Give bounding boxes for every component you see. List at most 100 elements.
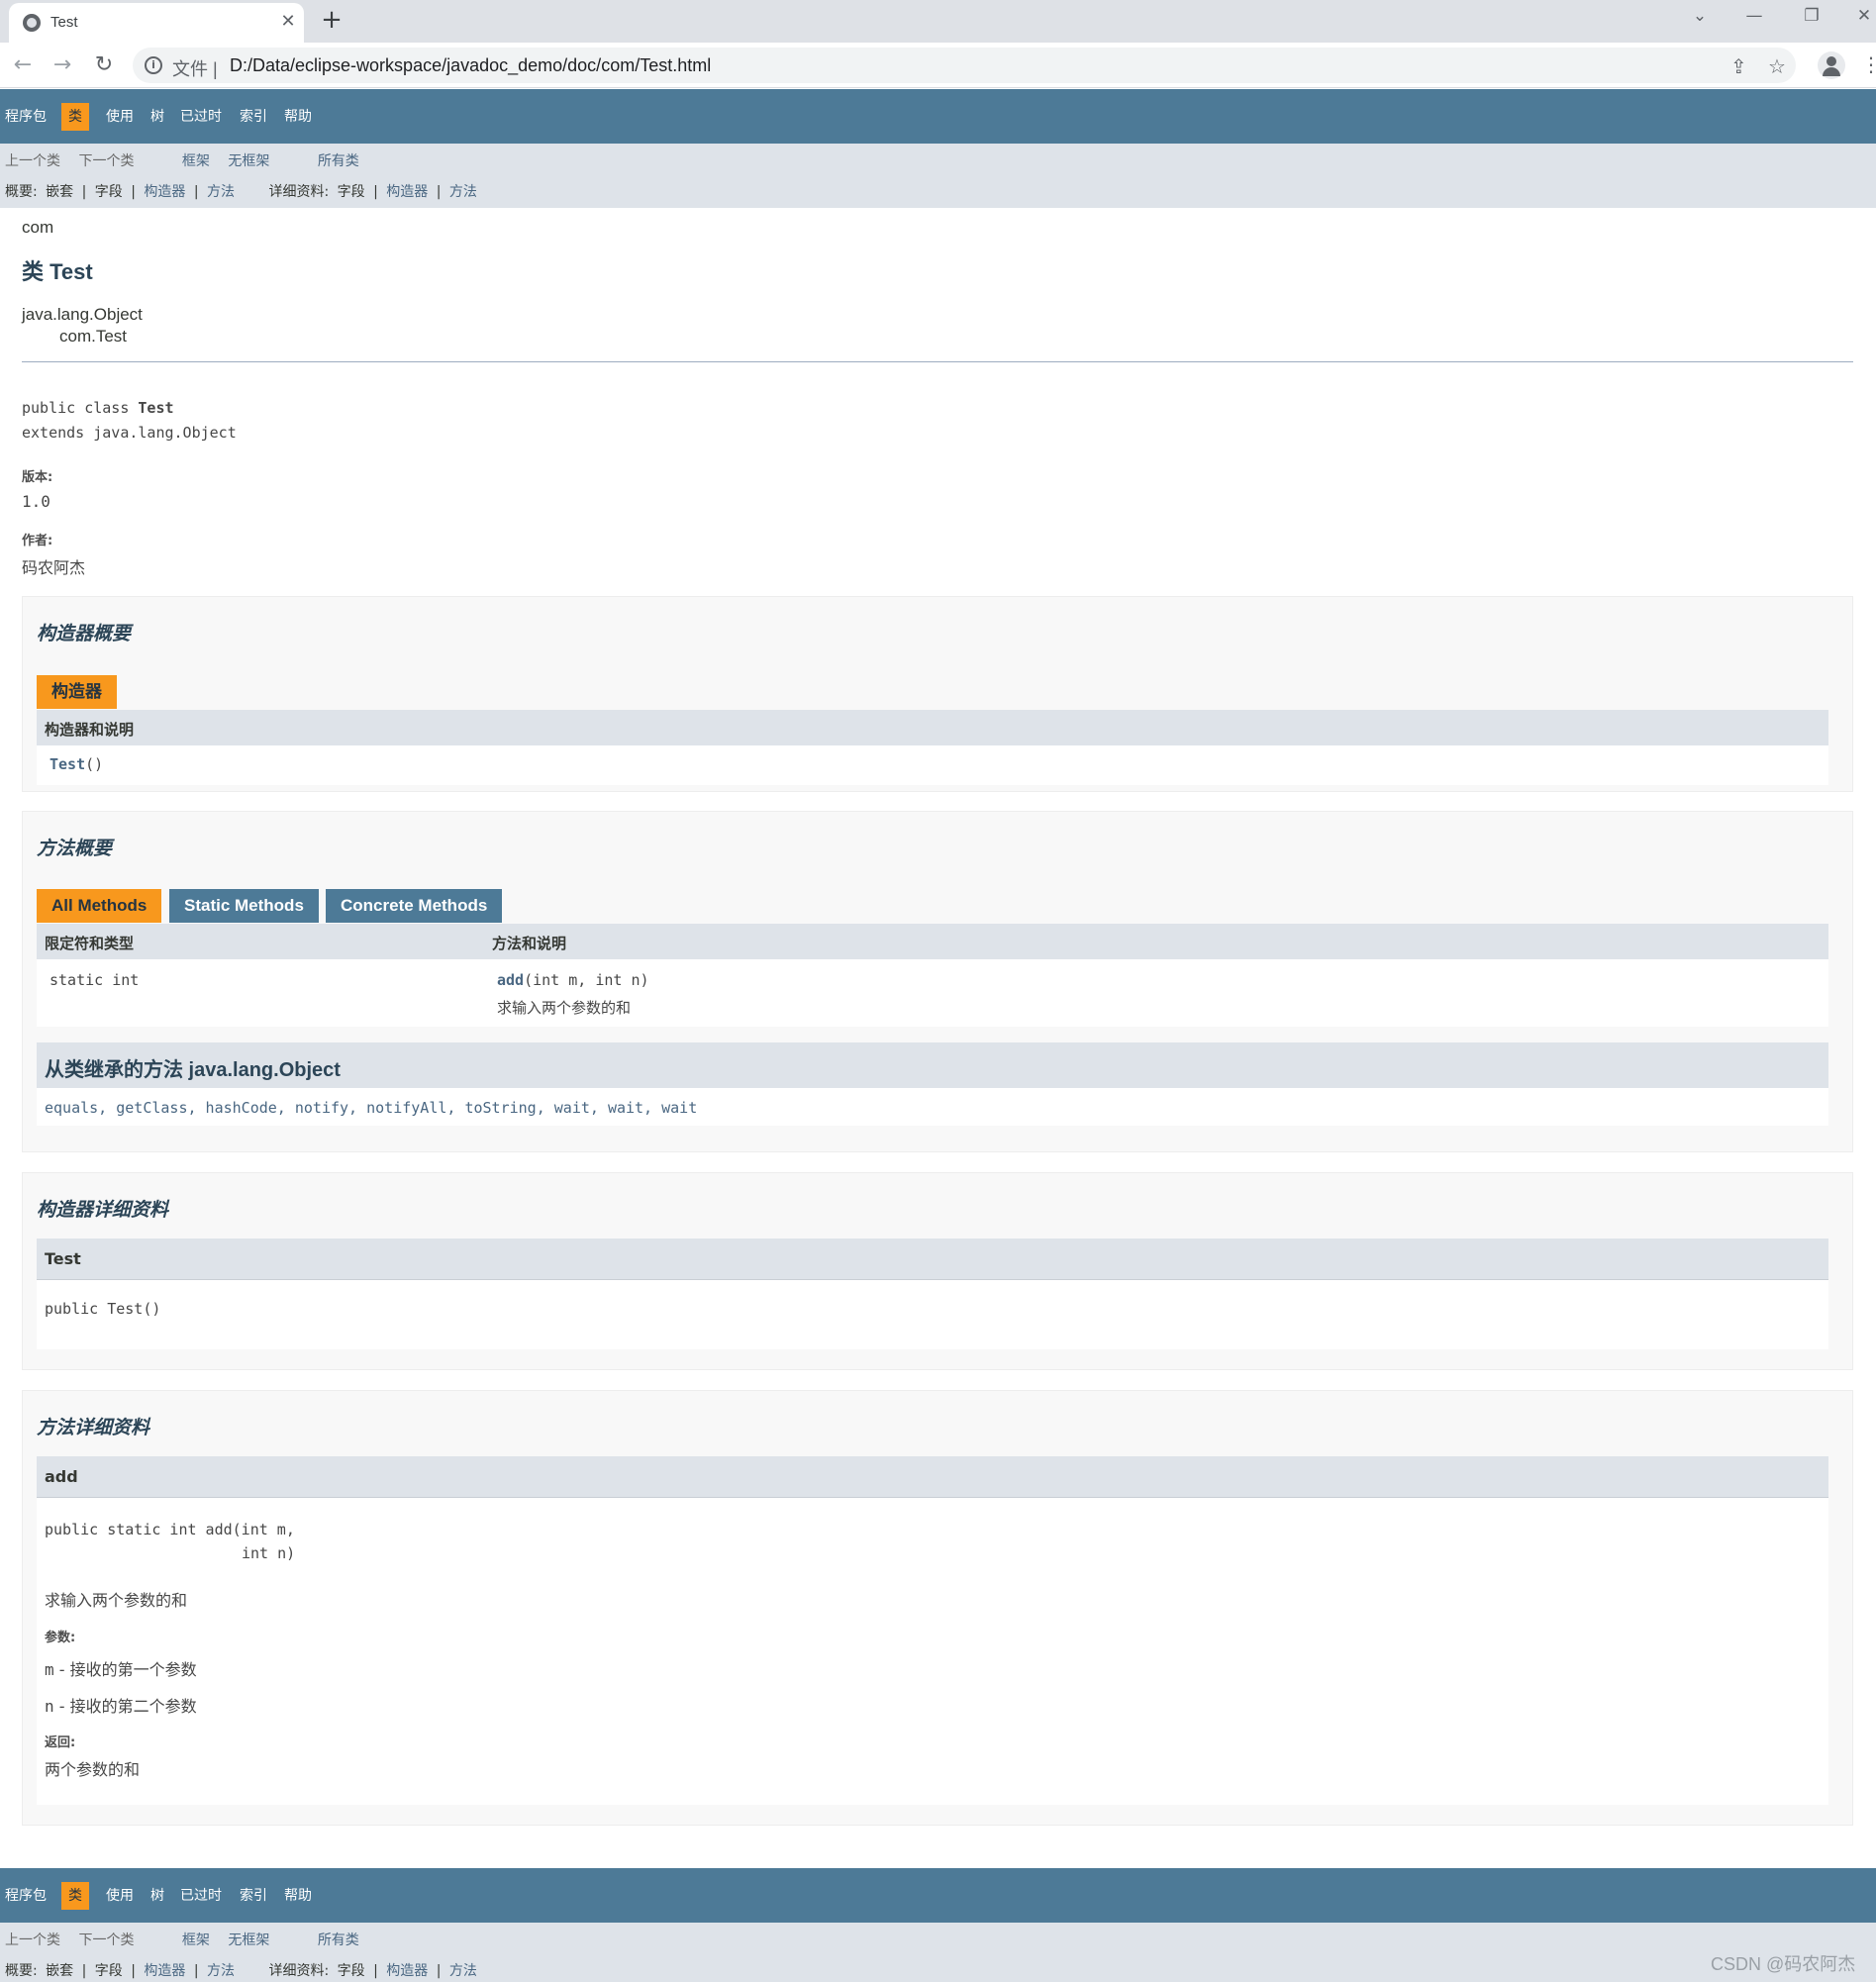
params-label: 参数:	[45, 1631, 76, 1645]
returns-label: 返回:	[45, 1735, 76, 1750]
close-tab-icon[interactable]: ✕	[276, 10, 300, 34]
summary-label: 概要:	[5, 1963, 38, 1979]
nav-index[interactable]: 索引	[240, 106, 267, 128]
minimize-icon[interactable]: —	[1739, 6, 1769, 26]
close-window-icon[interactable]: ✕	[1849, 6, 1876, 26]
param-n-name: n	[45, 1697, 54, 1716]
summary-method-link[interactable]: 方法	[207, 1963, 235, 1979]
nav-class-current: 类	[61, 103, 89, 131]
constructor-detail-section: 构造器详细资料 Test public Test()	[22, 1172, 1853, 1370]
summary-constructor-link[interactable]: 构造器	[144, 184, 185, 200]
bottom-sub-nav-bar: 上一个类 下一个类 框架 无框架 所有类 概要: 嵌套 | 字段 | 构造器 |…	[0, 1923, 1876, 1982]
separator: |	[436, 1963, 442, 1979]
detail-constructor-link[interactable]: 构造器	[386, 184, 428, 200]
nav-help[interactable]: 帮助	[284, 1885, 312, 1907]
browser-tab[interactable]: Test ✕	[9, 3, 304, 43]
summary-constructor-link[interactable]: 构造器	[144, 1963, 185, 1979]
url-text[interactable]: D:/Data/eclipse-workspace/javadoc_demo/d…	[230, 55, 711, 76]
detail-field: 字段	[337, 1963, 365, 1979]
separator: |	[81, 1963, 87, 1979]
watermark: CSDN @码农阿杰	[1711, 1954, 1856, 1974]
summary-method-link[interactable]: 方法	[207, 184, 235, 200]
author-label: 作者:	[22, 534, 53, 548]
method-table-header: 限定符和类型 方法和说明	[37, 924, 1828, 959]
summary-field: 字段	[94, 1963, 123, 1979]
author-value: 码农阿杰	[22, 558, 86, 577]
method-description: 求输入两个参数的和	[497, 999, 632, 1017]
frames-link[interactable]: 框架	[182, 1932, 210, 1948]
separator: |	[193, 1963, 199, 1979]
method-link-add[interactable]: add	[497, 971, 524, 989]
nav-deprecated[interactable]: 已过时	[180, 106, 222, 128]
bookmark-star-icon[interactable]: ☆	[1768, 54, 1786, 78]
nav-use[interactable]: 使用	[106, 1885, 134, 1907]
nav-package[interactable]: 程序包	[5, 1885, 47, 1907]
nav-tree[interactable]: 树	[150, 106, 164, 128]
forward-icon[interactable]: →	[48, 50, 77, 80]
param-m-name: m	[45, 1660, 54, 1679]
method-detail-signature-line1: public static int add(int m,	[45, 1521, 295, 1538]
info-icon[interactable]: i	[145, 56, 162, 74]
constructor-detail-heading: 构造器详细资料	[37, 1199, 169, 1221]
constructor-table-header: 构造器和说明	[37, 710, 1828, 745]
col-constructor-desc: 构造器和说明	[45, 721, 135, 739]
nav-deprecated[interactable]: 已过时	[180, 1885, 222, 1907]
separator: |	[373, 1963, 378, 1979]
constructor-params: ()	[85, 755, 104, 773]
frames-link[interactable]: 框架	[182, 153, 210, 169]
tab-static-methods[interactable]: Static Methods	[169, 889, 319, 923]
profile-avatar-icon[interactable]	[1818, 51, 1845, 79]
subnav-row-pages: 上一个类 下一个类 框架 无框架 所有类	[5, 150, 363, 170]
restore-icon[interactable]: ❐	[1797, 6, 1827, 26]
all-classes-link[interactable]: 所有类	[318, 1932, 359, 1948]
all-classes-link[interactable]: 所有类	[318, 153, 359, 169]
nav-package[interactable]: 程序包	[5, 106, 47, 128]
version-value: 1.0	[22, 492, 50, 511]
url-scheme-label: 文件 |	[172, 59, 218, 79]
detail-constructor-link[interactable]: 构造器	[386, 1963, 428, 1979]
inherited-methods-header: 从类继承的方法 java.lang.Object	[37, 1042, 1828, 1088]
tab-concrete-methods[interactable]: Concrete Methods	[326, 889, 503, 923]
inheritance-root: java.lang.Object	[22, 305, 143, 324]
address-bar[interactable]: i 文件 | D:/Data/eclipse-workspace/javadoc…	[133, 48, 1796, 83]
next-class-label: 下一个类	[78, 153, 135, 169]
kebab-menu-icon[interactable]: ⋮	[1861, 52, 1876, 76]
method-detail-body: public static int add(int m, int n) 求输入两…	[37, 1498, 1828, 1805]
prev-class-label: 上一个类	[5, 1932, 60, 1948]
next-class-label: 下一个类	[78, 1932, 135, 1948]
nav-help[interactable]: 帮助	[284, 106, 312, 128]
inherited-methods-list[interactable]: equals, getClass, hashCode, notify, noti…	[45, 1099, 697, 1117]
separator: |	[436, 184, 442, 200]
nav-index[interactable]: 索引	[240, 1885, 267, 1907]
page-title: 类 Test	[22, 259, 93, 284]
nav-class-current: 类	[61, 1882, 89, 1910]
method-detail-name: add	[45, 1467, 78, 1486]
param-m-desc: - 接收的第一个参数	[53, 1660, 197, 1679]
tab-search-icon[interactable]: ⌄	[1685, 6, 1715, 26]
constructor-summary-section: 构造器概要 构造器 构造器和说明 Test()	[22, 596, 1853, 792]
share-icon[interactable]: ⇪	[1730, 54, 1747, 78]
new-tab-icon[interactable]: +	[319, 7, 345, 34]
tab-all-methods[interactable]: All Methods	[37, 889, 162, 923]
divider	[22, 361, 1853, 362]
param-n: n - 接收的第二个参数	[45, 1693, 197, 1717]
top-nav-bar: 程序包 类 使用 树 已过时 索引 帮助	[0, 89, 1876, 144]
detail-method-link[interactable]: 方法	[449, 1963, 477, 1979]
table-row: static int add(int m, int n) 求输入两个参数的和	[37, 959, 1828, 1027]
constructor-link[interactable]: Test	[49, 755, 85, 773]
col-method-desc: 方法和说明	[492, 935, 567, 952]
col-modifier-type: 限定符和类型	[45, 935, 135, 952]
reload-icon[interactable]: ↻	[89, 50, 119, 80]
constructor-summary-heading: 构造器概要	[37, 623, 132, 644]
nav-tree[interactable]: 树	[150, 1885, 164, 1907]
no-frames-link[interactable]: 无框架	[228, 153, 269, 169]
nav-use[interactable]: 使用	[106, 106, 134, 128]
no-frames-link[interactable]: 无框架	[228, 1932, 269, 1948]
back-icon[interactable]: ←	[8, 50, 38, 80]
browser-toolbar: ← → ↻ i 文件 | D:/Data/eclipse-workspace/j…	[0, 43, 1876, 88]
globe-icon	[23, 14, 41, 32]
method-params: (int m, int n)	[524, 971, 649, 989]
detail-field: 字段	[337, 184, 365, 200]
summary-field: 字段	[94, 184, 123, 200]
detail-method-link[interactable]: 方法	[449, 184, 477, 200]
